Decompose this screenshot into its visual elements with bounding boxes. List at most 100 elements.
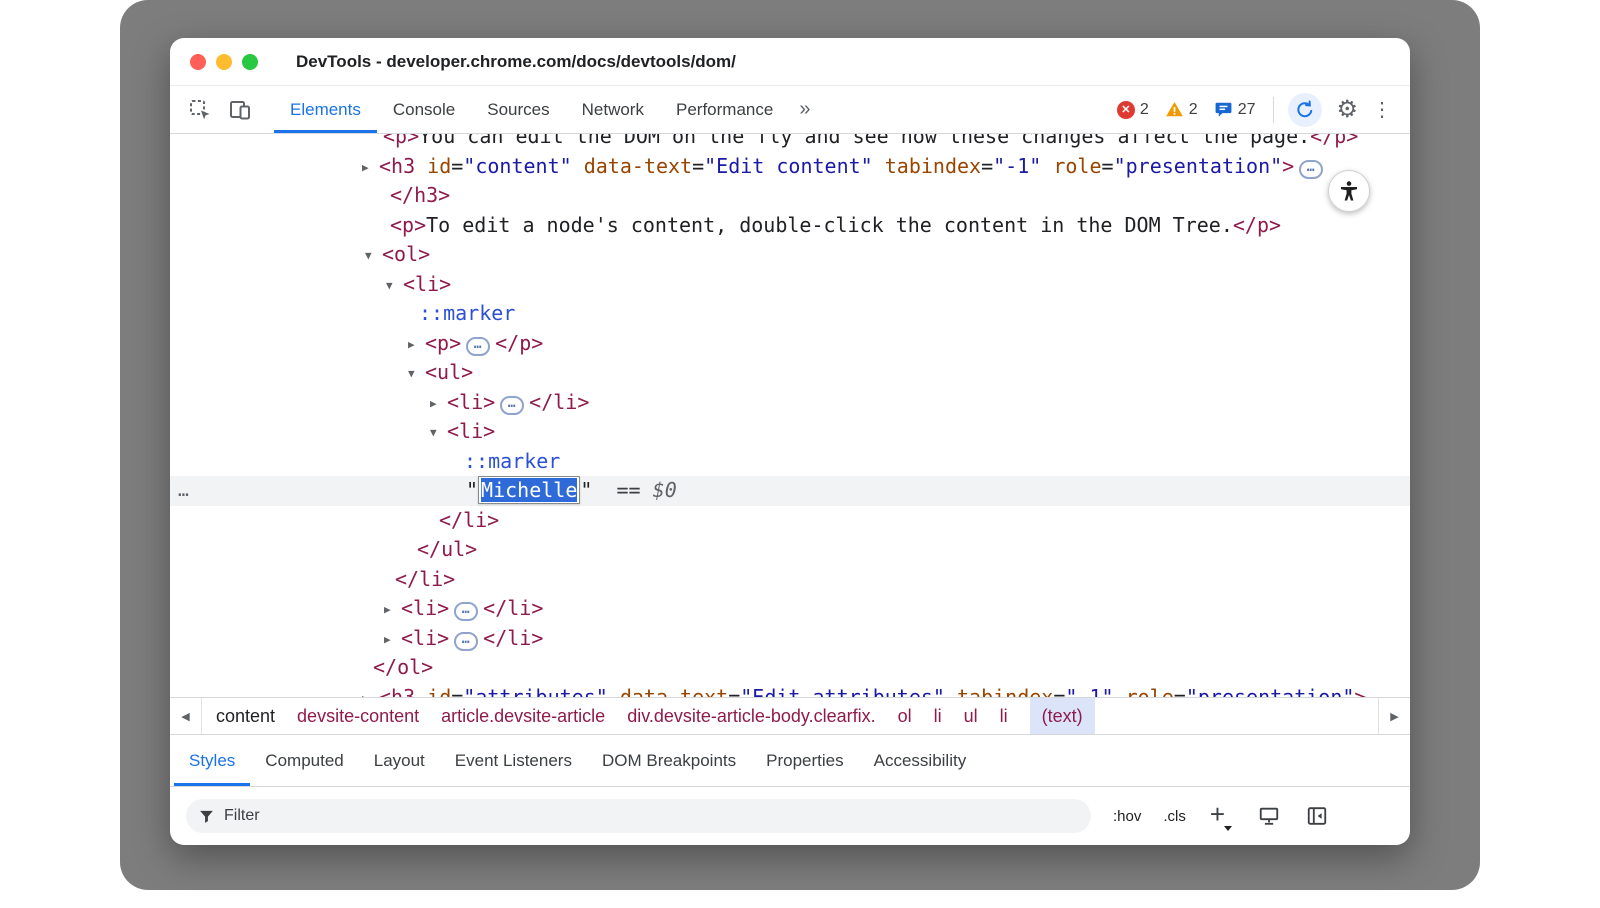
error-badge[interactable]: ✕ 2 <box>1117 101 1149 119</box>
warning-count: 2 <box>1189 101 1198 119</box>
warning-badge[interactable]: 2 <box>1165 100 1198 119</box>
collapsed-content-ellipsis-icon[interactable]: … <box>454 602 478 621</box>
code-token: "attributes" <box>463 685 608 698</box>
dom-tree-row-selected[interactable]: …"Michelle" == $0 <box>170 476 1410 506</box>
filter-field[interactable] <box>186 799 1091 833</box>
dom-tree-row[interactable]: </ul> <box>170 535 1410 565</box>
toggle-hover-state-button[interactable]: :hov <box>1113 808 1141 825</box>
accessibility-overlay-button[interactable] <box>1328 170 1370 212</box>
code-token: </li> <box>529 390 589 414</box>
collapse-arrow-icon[interactable]: ▼ <box>386 271 403 301</box>
dom-tree-row[interactable]: ▼<li> <box>170 417 1410 447</box>
tab-console[interactable]: Console <box>377 86 471 133</box>
panel-tab-dom-breakpoints[interactable]: DOM Breakpoints <box>587 735 751 786</box>
panel-tab-event-listeners[interactable]: Event Listeners <box>440 735 587 786</box>
dom-tree-row[interactable]: ::marker <box>170 447 1410 477</box>
breadcrumb-item[interactable]: devsite-content <box>297 698 419 734</box>
dom-tree-row[interactable]: </li> <box>170 565 1410 595</box>
collapse-arrow-icon[interactable]: ▼ <box>365 241 382 271</box>
breadcrumb-item[interactable]: ul <box>964 698 978 734</box>
expand-arrow-icon[interactable]: ▶ <box>362 684 379 698</box>
dom-tree-row[interactable]: ▶<h3 id="attributes" data-text="Edit att… <box>170 683 1410 698</box>
panel-tab-layout[interactable]: Layout <box>359 735 440 786</box>
collapse-arrow-icon[interactable]: ▼ <box>408 359 425 389</box>
inspect-element-icon[interactable] <box>187 97 213 123</box>
panel-tab-computed[interactable]: Computed <box>250 735 358 786</box>
code-token: = <box>981 154 993 178</box>
close-button[interactable] <box>190 54 206 70</box>
code-token: </p> <box>1233 213 1281 237</box>
kebab-menu-icon[interactable]: ⋮ <box>1372 97 1392 122</box>
tab-elements[interactable]: Elements <box>274 86 377 133</box>
collapse-arrow-icon[interactable]: ▼ <box>430 418 447 448</box>
code-token: = <box>451 685 463 698</box>
code-token: tabindex <box>945 685 1053 698</box>
toggle-element-classes-button[interactable]: .cls <box>1163 808 1186 825</box>
filter-input[interactable] <box>224 807 1079 825</box>
new-style-rule-button[interactable]: + <box>1210 801 1232 831</box>
breadcrumb-item[interactable]: content <box>216 698 275 734</box>
dom-tree-row[interactable]: ▼<li> <box>170 270 1410 300</box>
collapsed-content-ellipsis-icon[interactable]: … <box>454 632 478 651</box>
accessibility-person-icon <box>1337 179 1361 203</box>
expand-arrow-icon[interactable]: ▶ <box>408 330 425 360</box>
expand-arrow-icon[interactable]: ▶ <box>384 595 401 625</box>
breadcrumb-bar: ◀ content devsite-content article.devsite-… <box>170 697 1410 735</box>
code-token: tabindex <box>873 154 981 178</box>
toggle-sidebar-icon[interactable] <box>1306 805 1328 827</box>
breadcrumb-item[interactable]: article.devsite-article <box>441 698 605 734</box>
minimize-button[interactable] <box>216 54 232 70</box>
dom-tree-row[interactable]: <p>To edit a node's content, double-clic… <box>170 211 1410 241</box>
row-actions-ellipsis-icon[interactable]: … <box>178 476 191 506</box>
code-token: <li> <box>403 272 451 296</box>
dom-tree-row[interactable]: ▼<ol> <box>170 240 1410 270</box>
panel-tab-properties[interactable]: Properties <box>751 735 858 786</box>
tab-sources[interactable]: Sources <box>471 86 565 133</box>
collapsed-content-ellipsis-icon[interactable]: … <box>466 337 490 356</box>
dom-tree-row[interactable]: ▶<li>…</li> <box>170 594 1410 624</box>
breadcrumb-item[interactable]: li <box>1000 698 1008 734</box>
panel-tab-styles[interactable]: Styles <box>174 735 250 786</box>
dom-tree-row[interactable]: ::marker <box>170 299 1410 329</box>
dom-tree-row[interactable]: <p>You can edit the DOM on the fly and s… <box>170 134 1410 152</box>
code-token: > <box>1354 685 1366 698</box>
dom-tree-row[interactable]: </ol> <box>170 653 1410 683</box>
issues-badge[interactable]: 27 <box>1214 100 1256 119</box>
device-toolbar-icon[interactable] <box>227 97 253 123</box>
dom-tree-row[interactable]: </li> <box>170 506 1410 536</box>
tab-performance[interactable]: Performance <box>660 86 789 133</box>
collapsed-content-ellipsis-icon[interactable]: … <box>1299 160 1323 179</box>
inline-edit-box[interactable]: Michelle <box>478 476 580 504</box>
breadcrumb-scroll-left-icon[interactable]: ◀ <box>170 698 202 734</box>
settings-gear-icon[interactable]: ⚙ <box>1336 98 1358 122</box>
collapsed-content-ellipsis-icon[interactable]: … <box>500 396 524 415</box>
dom-tree-row[interactable]: ▶<p>…</p> <box>170 329 1410 359</box>
dom-tree-row[interactable]: ▶<li> … </li> <box>170 388 1410 418</box>
breadcrumb-item[interactable]: ol <box>898 698 912 734</box>
code-token: </li> <box>483 626 543 650</box>
dom-tree-row[interactable]: ▶<li>…</li> <box>170 624 1410 654</box>
expand-arrow-icon[interactable]: ▶ <box>430 389 447 419</box>
breadcrumb-item[interactable]: div.devsite-article-body.clearfix. <box>627 698 875 734</box>
breadcrumb-scroll-right-icon[interactable]: ▶ <box>1378 698 1410 734</box>
code-token <box>592 478 616 502</box>
dom-tree-row[interactable]: ▼<ul> <box>170 358 1410 388</box>
rendering-emulation-icon[interactable] <box>1258 805 1280 827</box>
more-tabs-chevron-icon[interactable]: » <box>799 98 810 121</box>
active-extension-icon[interactable] <box>1288 93 1322 127</box>
dom-tree-row[interactable]: ▶<h3 id="content" data-text="Edit conten… <box>170 152 1410 182</box>
code-token: data-text <box>608 685 728 698</box>
dom-tree-row[interactable]: </h3> <box>170 181 1410 211</box>
expand-arrow-icon[interactable]: ▶ <box>362 153 379 183</box>
warning-icon <box>1165 100 1184 119</box>
tab-network[interactable]: Network <box>566 86 660 133</box>
zoom-button[interactable] <box>242 54 258 70</box>
funnel-icon <box>198 808 215 825</box>
breadcrumb-item[interactable]: li <box>934 698 942 734</box>
breadcrumb-item[interactable]: (text) <box>1030 698 1095 734</box>
panel-tab-accessibility[interactable]: Accessibility <box>859 735 982 786</box>
code-token: "presentation" <box>1114 154 1283 178</box>
code-token: <li> <box>447 390 495 414</box>
panel-tabs: StylesComputedLayoutEvent ListenersDOM B… <box>170 735 1410 787</box>
expand-arrow-icon[interactable]: ▶ <box>384 625 401 655</box>
